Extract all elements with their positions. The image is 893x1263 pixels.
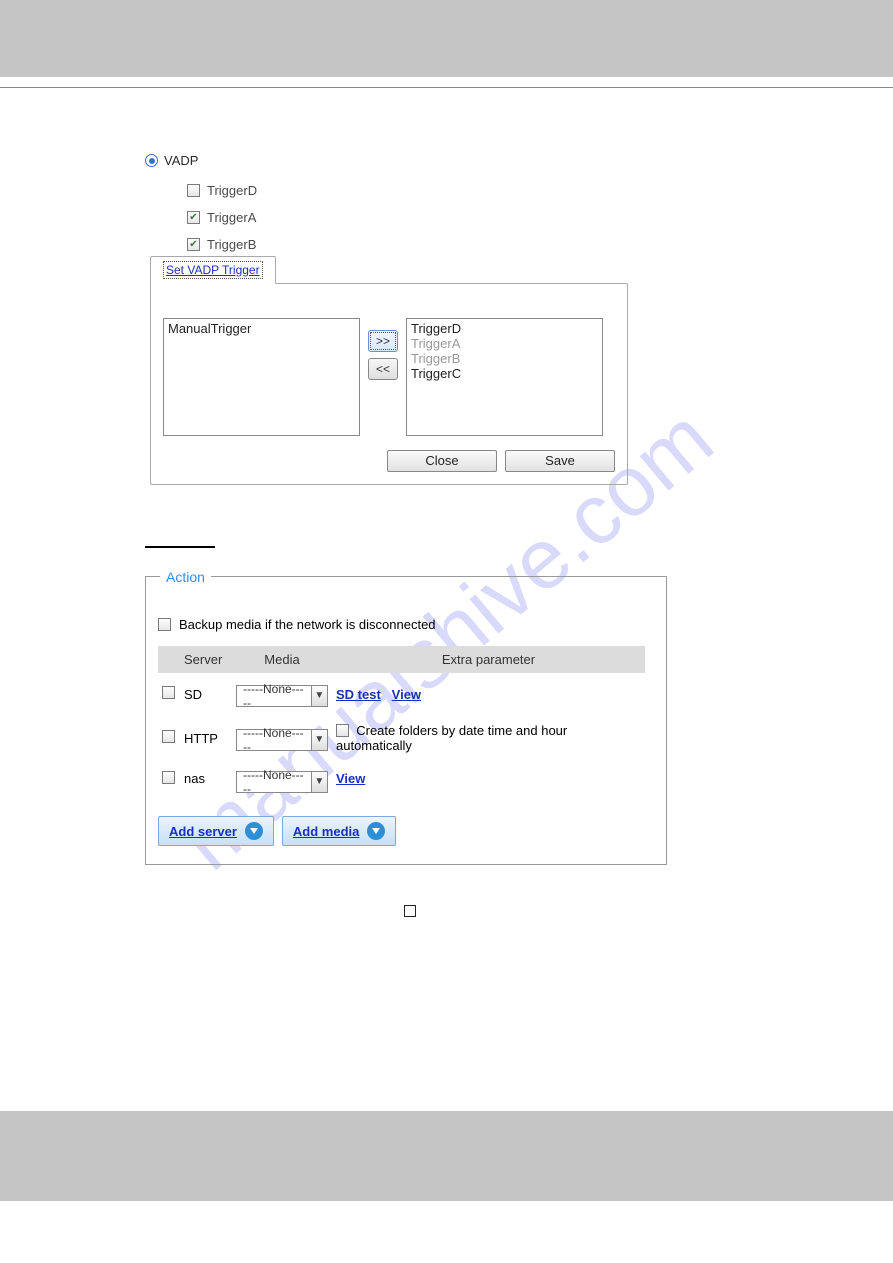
set-vadp-trigger-link[interactable]: Set VADP Trigger [163,261,263,279]
add-server-button[interactable]: Add server [158,816,274,846]
vadp-radio[interactable] [145,154,158,167]
action-heading [145,540,893,550]
list-item[interactable]: TriggerC [411,366,598,381]
th-server: Server [180,646,232,673]
table-row: nas -----None----- ▼ View [158,761,645,801]
vadp-trigger-panel: Set VADP Trigger ManualTrigger >> << Tri… [150,283,628,485]
th-extra: Extra parameter [332,646,645,673]
vadp-radio-label: VADP [164,153,198,168]
list-item[interactable]: TriggerB [411,351,598,366]
backup-media-checkbox[interactable] [158,618,171,631]
footer-text [90,905,730,921]
backup-media-label: Backup media if the network is disconnec… [179,617,436,632]
create-folders-label: Create folders by date time and hour aut… [336,723,567,753]
move-left-button[interactable]: << [368,358,398,380]
nas-server-label: nas [180,761,232,801]
nas-checkbox[interactable] [162,771,175,784]
bottom-bar [0,1111,893,1201]
trigger-a-checkbox[interactable] [187,211,200,224]
sd-media-select[interactable]: -----None----- ▼ [236,685,328,707]
top-bar [0,0,893,77]
http-server-label: HTTP [180,715,232,761]
sd-checkbox[interactable] [162,686,175,699]
chevron-down-icon[interactable]: ▼ [311,686,327,706]
selected-triggers-listbox[interactable]: TriggerD TriggerA TriggerB TriggerC [406,318,603,436]
action-panel: Action Backup media if the network is di… [145,576,667,865]
sd-view-link[interactable]: View [392,687,421,702]
trigger-d-checkbox[interactable] [187,184,200,197]
th-media: Media [232,646,332,673]
chevron-down-icon[interactable]: ▼ [311,772,327,792]
trigger-b-checkbox[interactable] [187,238,200,251]
chevron-down-icon[interactable]: ▼ [311,730,327,750]
http-media-select[interactable]: -----None----- ▼ [236,729,328,751]
move-right-button[interactable]: >> [368,330,398,352]
create-folders-checkbox[interactable] [336,724,349,737]
http-checkbox[interactable] [162,730,175,743]
list-item[interactable]: TriggerD [411,321,598,336]
sd-test-link[interactable]: SD test [336,687,381,702]
add-media-button[interactable]: Add media [282,816,396,846]
square-icon [404,905,416,917]
close-button[interactable]: Close [387,450,497,472]
save-button[interactable]: Save [505,450,615,472]
table-row: HTTP -----None----- ▼ Create folders by … [158,715,645,761]
action-legend: Action [160,569,211,585]
available-triggers-listbox[interactable]: ManualTrigger [163,318,360,436]
list-item[interactable]: ManualTrigger [168,321,355,336]
nas-media-select[interactable]: -----None----- ▼ [236,771,328,793]
trigger-a-label: TriggerA [207,210,256,225]
list-item[interactable]: TriggerA [411,336,598,351]
table-row: SD -----None----- ▼ SD test View [158,673,645,715]
sd-server-label: SD [180,673,232,715]
dropdown-arrow-icon [367,822,385,840]
trigger-b-label: TriggerB [207,237,256,252]
trigger-d-label: TriggerD [207,183,257,198]
nas-view-link[interactable]: View [336,771,365,786]
set-vadp-trigger-tab[interactable]: Set VADP Trigger [150,256,276,284]
dropdown-arrow-icon [245,822,263,840]
action-table: Server Media Extra parameter SD -----Non… [158,646,645,801]
